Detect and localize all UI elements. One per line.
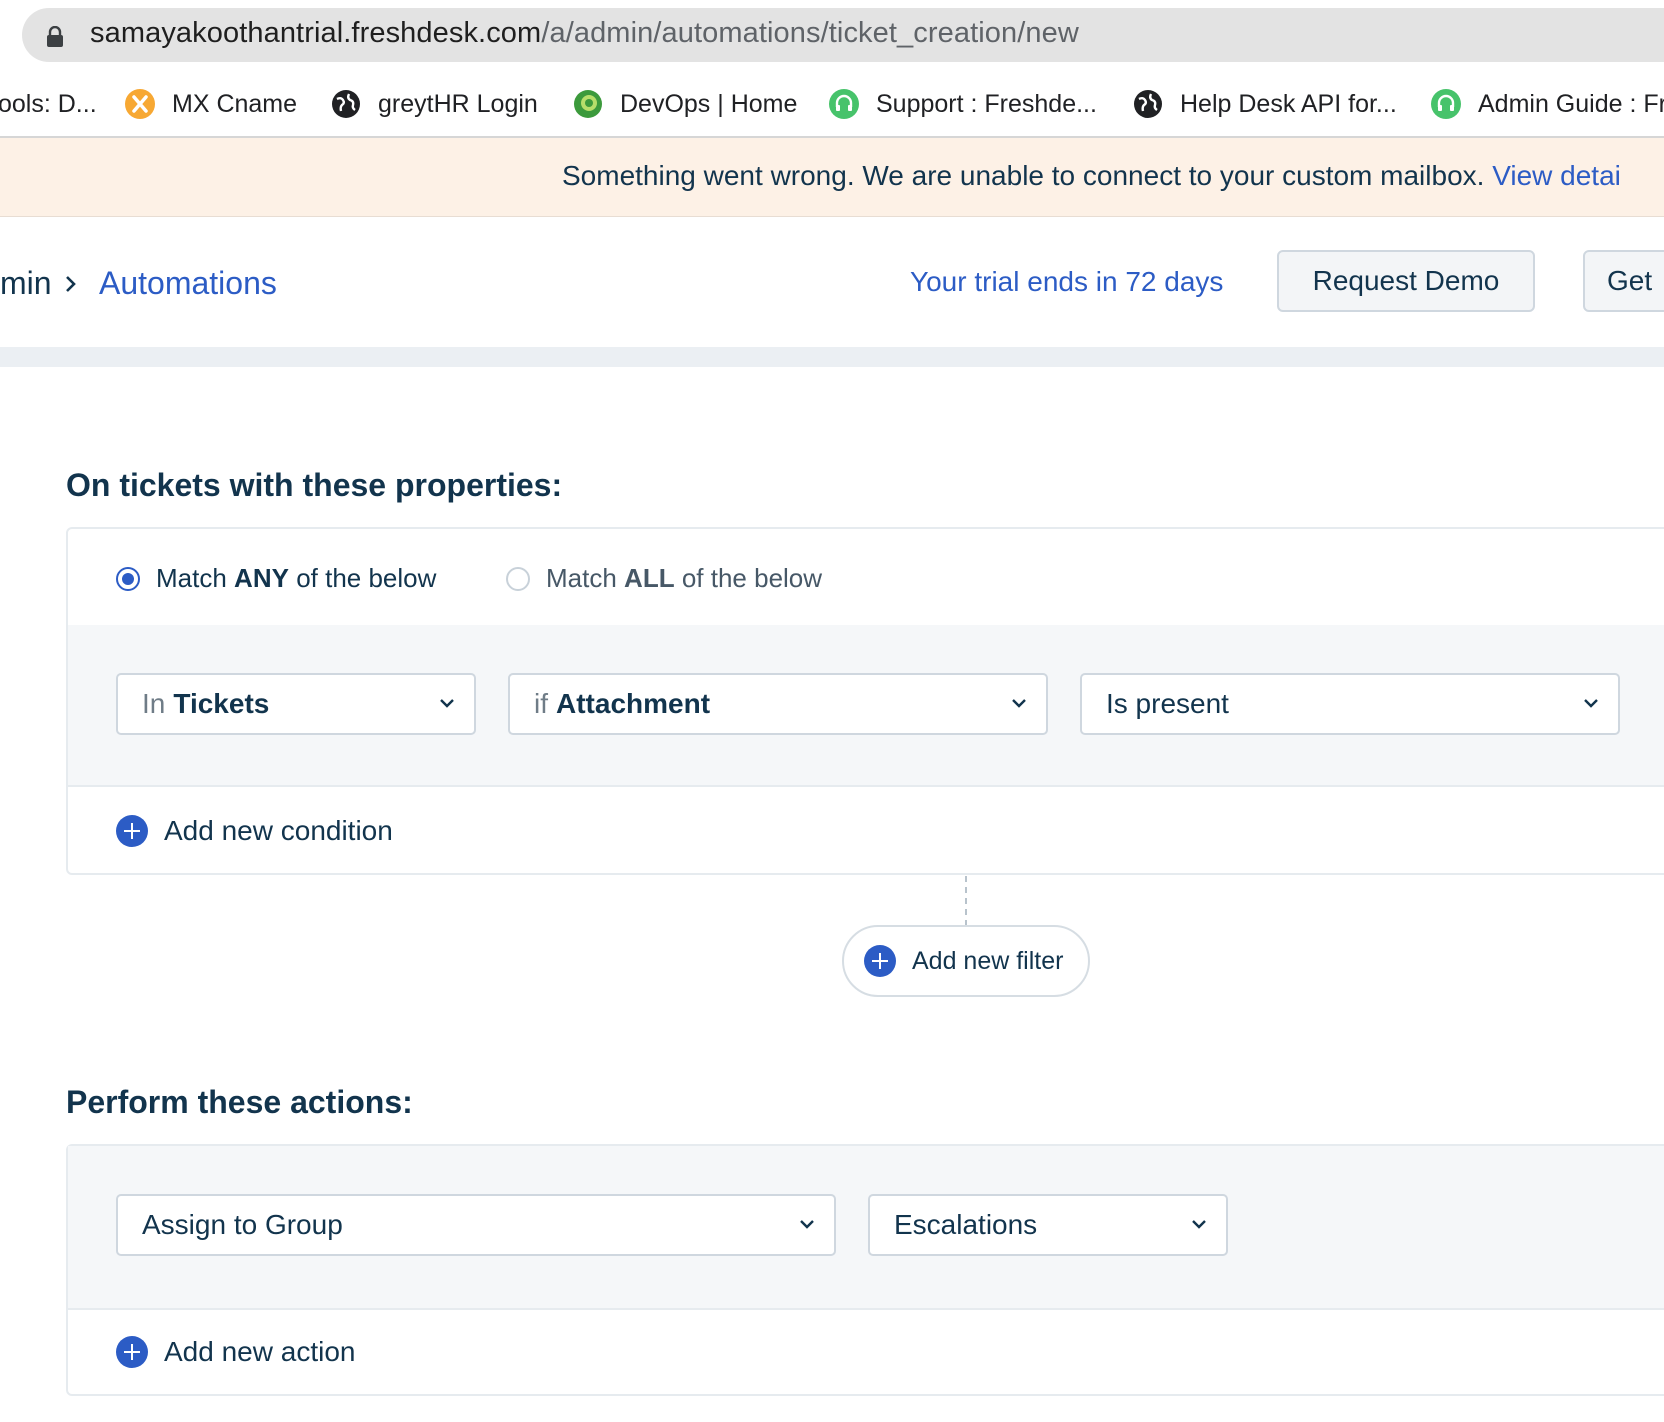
request-demo-button[interactable]: Request Demo bbox=[1277, 250, 1535, 312]
select-value: Is present bbox=[1106, 688, 1229, 719]
connector-line bbox=[965, 876, 967, 926]
radio-unselected-icon bbox=[506, 566, 530, 591]
globe-icon bbox=[1134, 90, 1162, 118]
x-icon bbox=[125, 89, 155, 119]
bookmark-helpdesk-api[interactable]: Help Desk API for... bbox=[1132, 72, 1397, 136]
bookmark-admin-guide[interactable]: Admin Guide : Fr bbox=[1430, 72, 1664, 136]
add-filter-label: Add new filter bbox=[912, 946, 1064, 975]
chevron-down-icon bbox=[440, 699, 454, 708]
conditions-card: Match ANY of the below Match ALL of the … bbox=[66, 527, 1664, 875]
select-value: Tickets bbox=[173, 688, 270, 719]
plus-circle-icon bbox=[864, 945, 896, 977]
match-any-radio[interactable]: Match ANY of the below bbox=[116, 563, 436, 594]
condition-entity-select[interactable]: In Tickets bbox=[116, 673, 476, 735]
bookmark-label: Help Desk API for... bbox=[1180, 89, 1397, 118]
get-started-button[interactable]: Get bbox=[1583, 250, 1664, 312]
globe-icon bbox=[332, 90, 360, 118]
chevron-down-icon bbox=[800, 1220, 814, 1229]
condition-operator-select[interactable]: Is present bbox=[1080, 673, 1620, 735]
bookmark-tools[interactable]: ools: D... bbox=[0, 72, 97, 136]
headset-icon bbox=[1431, 89, 1461, 119]
devops-icon bbox=[574, 90, 602, 118]
alert-message: Something went wrong. We are unable to c… bbox=[562, 160, 1621, 192]
action-row: Assign to Group Escalations bbox=[68, 1146, 1664, 1310]
bookmark-label: DevOps | Home bbox=[620, 89, 798, 118]
breadcrumb-automations[interactable]: Automations bbox=[99, 265, 277, 302]
plus-circle-icon bbox=[116, 815, 148, 847]
match-all-radio[interactable]: Match ALL of the below bbox=[506, 563, 822, 594]
page-header: min Automations Your trial ends in 72 da… bbox=[0, 217, 1664, 347]
add-action-label: Add new action bbox=[164, 1336, 356, 1367]
actions-title: Perform these actions: bbox=[66, 1084, 413, 1120]
action-type-select[interactable]: Assign to Group bbox=[116, 1194, 836, 1256]
chevron-down-icon bbox=[1012, 699, 1026, 708]
match-type-row: Match ANY of the below Match ALL of the … bbox=[68, 529, 1664, 627]
bookmark-label: MX Cname bbox=[172, 89, 298, 118]
mailbox-error-banner: Something went wrong. We are unable to c… bbox=[0, 138, 1664, 217]
bookmark-greythr[interactable]: greytHR Login bbox=[330, 72, 538, 136]
add-condition-button[interactable]: Add new condition bbox=[116, 815, 1664, 847]
condition-row: In Tickets if Attachment Is present bbox=[68, 625, 1664, 787]
url-path: /a/admin/automations/ticket_creation/new bbox=[541, 17, 1079, 49]
lock-icon bbox=[47, 26, 63, 47]
header-divider bbox=[0, 347, 1664, 367]
select-prefix: if bbox=[534, 688, 548, 719]
get-button-label: Get bbox=[1607, 265, 1653, 296]
request-demo-label: Request Demo bbox=[1312, 265, 1500, 296]
conditions-title: On tickets with these properties: bbox=[66, 467, 563, 503]
add-action-button[interactable]: Add new action bbox=[116, 1336, 1664, 1368]
add-condition-label: Add new condition bbox=[164, 815, 393, 846]
chevron-down-icon bbox=[1192, 1220, 1206, 1229]
breadcrumb-admin[interactable]: min bbox=[0, 265, 52, 302]
chevron-down-icon bbox=[1584, 699, 1598, 708]
actions-card: Assign to Group Escalations Add new acti… bbox=[66, 1144, 1664, 1396]
match-any-post: of the below bbox=[296, 563, 437, 593]
browser-address-bar: samayakoothantrial.freshdesk.com/a/admin… bbox=[0, 0, 1664, 72]
url-host: samayakoothantrial.freshdesk.com bbox=[90, 17, 542, 49]
match-any-bold: ANY bbox=[234, 563, 289, 593]
match-all-pre: Match bbox=[546, 563, 617, 593]
bookmark-devops[interactable]: DevOps | Home bbox=[572, 72, 797, 136]
select-value: Assign to Group bbox=[142, 1209, 343, 1240]
bookmark-label: greytHR Login bbox=[378, 89, 538, 118]
add-filter-button[interactable]: Add new filter bbox=[842, 925, 1090, 997]
condition-field-select[interactable]: if Attachment bbox=[508, 673, 1048, 735]
action-value-select[interactable]: Escalations bbox=[868, 1194, 1228, 1256]
select-value: Escalations bbox=[894, 1209, 1038, 1240]
bookmark-label: Admin Guide : Fr bbox=[1478, 89, 1664, 118]
view-details-link[interactable]: View detai bbox=[1492, 160, 1621, 191]
match-any-label: Match ANY of the below bbox=[156, 563, 436, 594]
plus-circle-icon bbox=[116, 1336, 148, 1368]
chevron-right-icon bbox=[66, 276, 76, 292]
select-prefix: In bbox=[142, 688, 166, 719]
headset-icon bbox=[829, 89, 859, 119]
select-value: Attachment bbox=[556, 688, 711, 719]
url-text[interactable]: samayakoothantrial.freshdesk.com/a/admin… bbox=[90, 17, 1079, 50]
match-any-pre: Match bbox=[156, 563, 227, 593]
trial-notice-link[interactable]: Your trial ends in 72 days bbox=[910, 266, 1223, 298]
bookmark-mx-cname[interactable]: MX Cname bbox=[124, 72, 297, 136]
bookmark-label: Support : Freshde... bbox=[876, 89, 1097, 118]
bookmarks-bar: ools: D... MX Cname greytHR Login DevOps… bbox=[0, 72, 1664, 138]
bookmark-label: ools: D... bbox=[0, 89, 97, 118]
bookmark-support[interactable]: Support : Freshde... bbox=[828, 72, 1097, 136]
radio-selected-icon bbox=[116, 566, 140, 591]
match-all-post: of the below bbox=[681, 563, 823, 593]
match-all-label: Match ALL of the below bbox=[546, 563, 822, 594]
alert-text: Something went wrong. We are unable to c… bbox=[562, 160, 1485, 191]
match-all-bold: ALL bbox=[624, 563, 675, 593]
